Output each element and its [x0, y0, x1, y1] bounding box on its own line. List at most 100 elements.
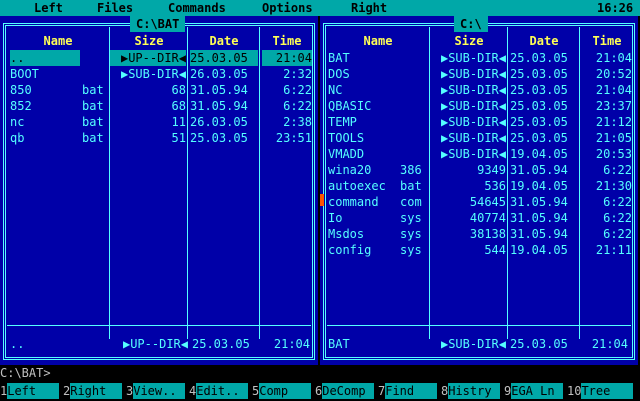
file-ext: bat	[400, 179, 422, 193]
status-time: 21:04	[591, 337, 628, 351]
file-row[interactable]: DOS ▶SUB-DIR◀ 25.03.05 20:52	[320, 66, 638, 82]
fkey-number: 1	[0, 384, 8, 398]
file-ext: sys	[400, 211, 422, 225]
left-panel[interactable]: C:\BAT Name Size Date Time .. ▶UP--DIR◀ 25…	[0, 16, 318, 365]
right-panel[interactable]: C:\ Name Size Date Time BAT ▶SUB-DIR◀ 25.0…	[320, 16, 638, 365]
file-date: 26.03.05	[190, 67, 248, 81]
fkey-10[interactable]: 10Tree	[567, 383, 634, 399]
fkey-5[interactable]: 5Comp	[252, 383, 312, 399]
file-row[interactable]: 850 bat 68 31.05.94 6:22	[0, 82, 318, 98]
status-size: ▶SUB-DIR◀	[440, 337, 506, 351]
file-time: 6:22	[603, 195, 632, 209]
file-date: 25.03.05	[190, 131, 248, 145]
file-row[interactable]: qb bat 51 25.03.05 23:51	[0, 130, 318, 146]
file-size: ▶SUB-DIR◀	[440, 115, 506, 129]
menu-options[interactable]: Options	[262, 0, 313, 16]
fkey-number: 9	[504, 384, 512, 398]
file-time: 21:12	[595, 115, 632, 129]
menu-left[interactable]: Left	[34, 0, 63, 16]
file-name: QBASIC	[328, 99, 372, 113]
fkey-label: Tree	[581, 383, 634, 399]
file-row[interactable]: autoexec bat 536 19.04.05 21:30	[320, 178, 638, 194]
file-name: BAT	[328, 51, 350, 65]
fkey-3[interactable]: 3View..	[126, 383, 186, 399]
column-header-time[interactable]: Time	[582, 33, 632, 49]
status-date: 25.03.05	[192, 337, 250, 351]
file-ext: bat	[82, 115, 104, 129]
file-name: qb	[10, 131, 25, 145]
menu-files[interactable]: Files	[97, 0, 133, 16]
fkey-9[interactable]: 9EGA Ln	[504, 383, 564, 399]
column-header-date[interactable]: Date	[190, 33, 258, 49]
file-time: 21:05	[595, 131, 632, 145]
file-time: 21:04	[595, 51, 632, 65]
file-date: 19.04.05	[510, 147, 568, 161]
command-line[interactable]: C:\BAT>	[0, 365, 640, 381]
file-size: 544	[484, 243, 506, 257]
fkey-number: 6	[315, 384, 323, 398]
column-header-date[interactable]: Date	[510, 33, 578, 49]
menu-commands[interactable]: Commands	[168, 0, 226, 16]
file-time: 2:32	[283, 67, 312, 81]
file-time: 6:22	[603, 211, 632, 225]
file-row[interactable]: VMADD ▶SUB-DIR◀ 19.04.05 20:53	[320, 146, 638, 162]
clock: 16:26	[597, 1, 634, 15]
fkey-number: 7	[378, 384, 386, 398]
column-header-name[interactable]: Name	[330, 33, 426, 49]
file-row[interactable]: .. ▶UP--DIR◀ 25.03.05 21:04	[0, 50, 318, 66]
file-row[interactable]: BAT ▶SUB-DIR◀ 25.03.05 21:04	[320, 50, 638, 66]
file-row[interactable]: Io sys 40774 31.05.94 6:22	[320, 210, 638, 226]
cursor-marker	[320, 194, 324, 206]
fkey-number: 5	[252, 384, 260, 398]
file-row[interactable]: 852 bat 68 31.05.94 6:22	[0, 98, 318, 114]
file-name: 852	[10, 99, 32, 113]
file-date: 31.05.94	[510, 163, 568, 177]
file-row[interactable]: TEMP ▶SUB-DIR◀ 25.03.05 21:12	[320, 114, 638, 130]
file-size: ▶SUB-DIR◀	[120, 67, 186, 81]
status-size: ▶UP--DIR◀	[122, 337, 188, 351]
file-size: ▶UP--DIR◀	[110, 50, 186, 66]
file-row[interactable]: BOOT ▶SUB-DIR◀ 26.03.05 2:32	[0, 66, 318, 82]
column-header-name[interactable]: Name	[10, 33, 106, 49]
fkey-label: Find	[385, 383, 438, 399]
file-size: 51	[171, 131, 186, 145]
file-ext: bat	[82, 131, 104, 145]
file-time: 6:22	[603, 163, 632, 177]
menu-right[interactable]: Right	[351, 0, 387, 16]
column-header-size[interactable]: Size	[432, 33, 506, 49]
menu-bar: Left Files Commands Options Right 16:26	[0, 0, 640, 16]
file-name: autoexec	[328, 179, 386, 193]
column-header-time[interactable]: Time	[262, 33, 312, 49]
file-row[interactable]: TOOLS ▶SUB-DIR◀ 25.03.05 21:05	[320, 130, 638, 146]
fkey-8[interactable]: 8Histry	[441, 383, 501, 399]
file-row[interactable]: command com 54645 31.05.94 6:22	[320, 194, 638, 210]
file-name: nc	[10, 115, 25, 129]
fkey-label: EGA Ln	[511, 383, 564, 399]
file-size: 54645	[469, 195, 506, 209]
file-size: ▶SUB-DIR◀	[440, 131, 506, 145]
file-row[interactable]: config sys 544 19.04.05 21:11	[320, 242, 638, 258]
file-size: 40774	[469, 211, 506, 225]
file-size: ▶SUB-DIR◀	[440, 99, 506, 113]
command-prompt: C:\BAT>	[0, 366, 51, 380]
file-date: 31.05.94	[510, 195, 568, 209]
file-row[interactable]: nc bat 11 26.03.05 2:38	[0, 114, 318, 130]
file-row[interactable]: QBASIC ▶SUB-DIR◀ 25.03.05 23:37	[320, 98, 638, 114]
file-date: 19.04.05	[510, 243, 568, 257]
fkey-2[interactable]: 2Right	[63, 383, 123, 399]
file-row[interactable]: Msdos sys 38138 31.05.94 6:22	[320, 226, 638, 242]
file-name: TOOLS	[328, 131, 365, 145]
column-header-size[interactable]: Size	[112, 33, 186, 49]
file-row[interactable]: NC ▶SUB-DIR◀ 25.03.05 21:04	[320, 82, 638, 98]
file-time: 20:52	[595, 67, 632, 81]
file-time: 6:22	[603, 227, 632, 241]
file-time: 23:51	[275, 131, 312, 145]
fkey-6[interactable]: 6DeComp	[315, 383, 375, 399]
file-size: 68	[171, 99, 186, 113]
fkey-1[interactable]: 1Left	[0, 383, 60, 399]
file-date: 25.03.05	[510, 99, 568, 113]
file-ext: sys	[400, 227, 422, 241]
fkey-7[interactable]: 7Find	[378, 383, 438, 399]
file-row[interactable]: wina20 386 9349 31.05.94 6:22	[320, 162, 638, 178]
fkey-4[interactable]: 4Edit..	[189, 383, 249, 399]
